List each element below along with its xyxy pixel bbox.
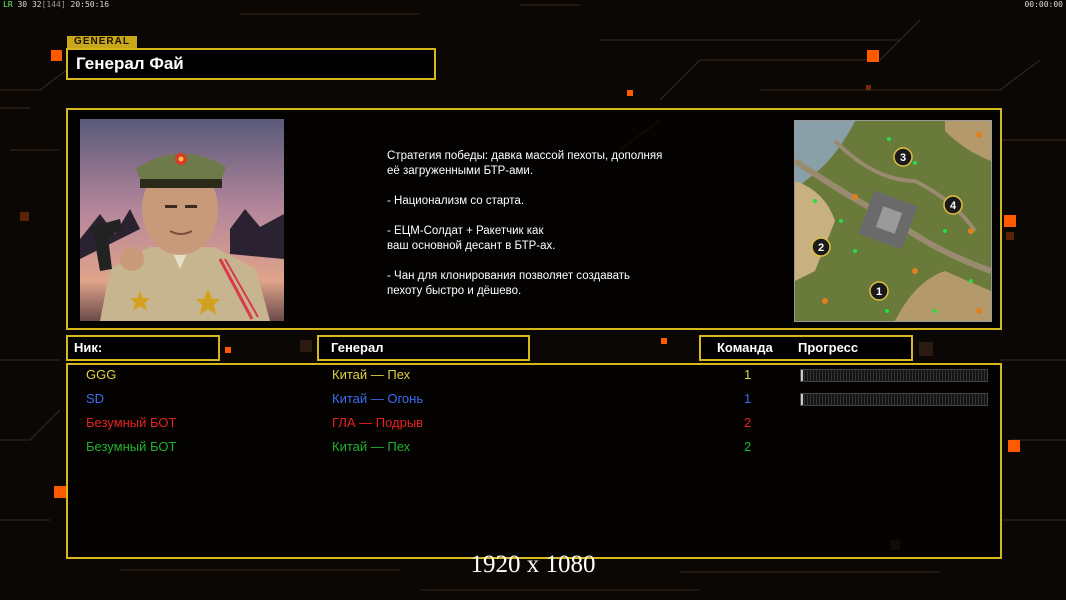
hud-status: LR 30 32[144] 20:50:16 — [3, 0, 109, 9]
player-row: SD Китай — Огонь 1 — [68, 389, 1000, 411]
player-team: 1 — [744, 391, 752, 406]
minimap[interactable]: 1 2 3 4 — [794, 120, 992, 322]
player-progress-bar — [800, 393, 988, 406]
nick-header-label: Ник: — [74, 340, 103, 355]
column-header-team-progress: Команда Прогресс — [699, 335, 913, 361]
start-marker-1: 1 — [876, 286, 882, 298]
player-nick: Безумный БОТ — [86, 439, 177, 454]
hud-value-b: 32 — [31, 0, 42, 9]
player-general: Китай — Пех — [332, 439, 411, 454]
hud-timer: 00:00:00 — [1024, 0, 1063, 9]
player-row: Безумный БОТ Китай — Пех 2 — [68, 437, 1000, 459]
general-title-box: Генерал Фай — [66, 48, 436, 80]
progress-fill — [801, 394, 803, 405]
player-list: GGG Китай — Пех 1 SD Китай — Огонь 1 Без… — [66, 363, 1002, 559]
player-general: Китай — Огонь — [332, 391, 424, 406]
player-nick: GGG — [86, 367, 117, 382]
progress-fill — [801, 370, 803, 381]
player-general: ГЛА — Подрыв — [332, 415, 424, 430]
general-header-label: Генерал — [331, 340, 384, 355]
resolution-caption: 1920 x 1080 — [470, 551, 596, 578]
general-info-panel: Стратегия победы: давка массой пехоты, д… — [66, 108, 1002, 330]
hud-clock: 20:50:16 — [70, 0, 110, 9]
general-name: Генерал Фай — [76, 54, 184, 73]
start-marker-4: 4 — [950, 200, 957, 212]
player-nick: SD — [86, 391, 105, 406]
player-general: Китай — Пех — [332, 367, 411, 382]
progress-header-label: Прогресс — [798, 340, 859, 355]
hud-value-c: [144] — [41, 0, 66, 9]
general-portrait — [80, 119, 284, 321]
player-row: GGG Китай — Пех 1 — [68, 365, 1000, 387]
player-progress-bar — [800, 369, 988, 382]
hud-tag: LR — [3, 0, 13, 9]
column-header-nick: Ник: — [66, 335, 220, 361]
hud-value-a: 30 — [17, 0, 28, 9]
team-header-label: Команда — [717, 340, 773, 355]
strategy-description: Стратегия победы: давка массой пехоты, д… — [387, 150, 663, 297]
player-team: 2 — [744, 415, 752, 430]
player-nick: Безумный БОТ — [86, 415, 177, 430]
start-marker-2: 2 — [818, 242, 824, 254]
player-team: 2 — [744, 439, 752, 454]
player-team: 1 — [744, 367, 752, 382]
player-row: Безумный БОТ ГЛА — Подрыв 2 — [68, 413, 1000, 435]
general-badge: GENERAL — [67, 36, 137, 48]
start-marker-3: 3 — [900, 152, 906, 164]
column-header-general: Генерал — [317, 335, 530, 361]
